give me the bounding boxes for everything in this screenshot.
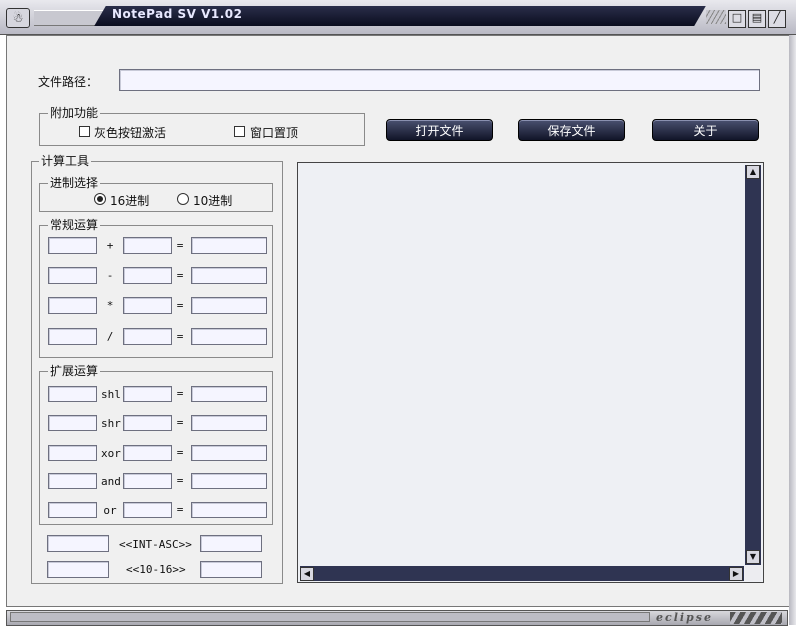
ext-xor-result[interactable]: [191, 445, 267, 461]
ext-shl-equals: =: [176, 387, 184, 400]
ext-shr-operand-a[interactable]: [48, 415, 97, 431]
ext-shr-equals: =: [176, 416, 184, 429]
radix-dec-label[interactable]: 10进制: [193, 192, 232, 209]
scroll-left-icon[interactable]: ◀: [300, 567, 314, 581]
ext-xor-operand-b[interactable]: [123, 445, 172, 461]
ext-shl-operand-a[interactable]: [48, 386, 97, 402]
ext-ops-legend: 扩展运算: [48, 364, 101, 378]
radix-hex-label[interactable]: 16进制: [110, 192, 149, 209]
basic-mul-equals: =: [176, 299, 184, 312]
brand-stripes: [730, 612, 782, 624]
int-asc-input[interactable]: [47, 535, 109, 552]
close-button[interactable]: ╱: [768, 10, 786, 28]
app-icon[interactable]: ☃: [6, 8, 30, 28]
hex-dec-output[interactable]: [200, 561, 262, 578]
basic-div-operator: /: [106, 330, 114, 343]
ext-shl-operand-b[interactable]: [123, 386, 172, 402]
ext-or-operator: or: [103, 504, 117, 517]
scroll-up-icon[interactable]: ▲: [746, 165, 760, 179]
file-path-label: 文件路径：: [38, 75, 99, 89]
basic-mul-result[interactable]: [191, 297, 267, 314]
topmost-label[interactable]: 窗口置顶: [250, 124, 298, 141]
ext-or-operand-b[interactable]: [123, 502, 172, 518]
vertical-scrollbar[interactable]: [745, 165, 761, 565]
int-asc-output[interactable]: [200, 535, 262, 552]
radix-legend: 进制选择: [48, 176, 101, 190]
basic-sub-operand-a[interactable]: [48, 267, 97, 284]
radix-hex-radio[interactable]: [94, 193, 106, 205]
window-edge: [789, 35, 796, 625]
open-file-button[interactable]: 打开文件: [386, 119, 493, 141]
basic-add-operand-b[interactable]: [123, 237, 172, 254]
scroll-down-icon[interactable]: ▼: [746, 550, 760, 564]
about-button[interactable]: 关于: [652, 119, 759, 141]
ext-xor-equals: =: [176, 446, 184, 459]
basic-mul-operator: *: [106, 299, 114, 312]
basic-add-operand-a[interactable]: [48, 237, 97, 254]
status-panel: [10, 612, 650, 622]
scroll-right-icon[interactable]: ▶: [729, 567, 743, 581]
minimize-button[interactable]: □: [728, 10, 746, 28]
int-asc-label: <<INT-ASC>>: [119, 538, 192, 551]
basic-mul-operand-b[interactable]: [123, 297, 172, 314]
basic-ops-legend: 常规运算: [48, 218, 101, 232]
ext-shl-operator: shl: [101, 388, 121, 401]
ext-xor-operator: xor: [101, 447, 121, 460]
calc-tools-legend: 计算工具: [39, 154, 92, 168]
extra-functions-legend: 附加功能: [48, 106, 101, 120]
window-title: NotePad SV V1.02: [112, 7, 243, 21]
scrollbar-corner: [745, 566, 761, 581]
ext-or-operand-a[interactable]: [48, 502, 97, 518]
editor-textarea[interactable]: [297, 162, 764, 583]
basic-sub-equals: =: [176, 269, 184, 282]
horizontal-scrollbar[interactable]: [300, 566, 744, 581]
radix-dec-radio[interactable]: [177, 193, 189, 205]
hex-dec-input[interactable]: [47, 561, 109, 578]
basic-add-equals: =: [176, 239, 184, 252]
ext-and-operand-b[interactable]: [123, 473, 172, 489]
ext-shl-result[interactable]: [191, 386, 267, 402]
ext-shr-operand-b[interactable]: [123, 415, 172, 431]
ext-shr-result[interactable]: [191, 415, 267, 431]
gray-activate-label[interactable]: 灰色按钮激活: [94, 124, 166, 141]
save-file-button[interactable]: 保存文件: [518, 119, 625, 141]
basic-div-result[interactable]: [191, 328, 267, 345]
topmost-checkbox[interactable]: [234, 126, 245, 137]
ext-and-equals: =: [176, 474, 184, 487]
title-decoration-right: [706, 10, 726, 24]
hex-dec-label: <<10-16>>: [126, 563, 186, 576]
basic-sub-operator: -: [106, 269, 114, 282]
basic-sub-result[interactable]: [191, 267, 267, 284]
basic-sub-operand-b[interactable]: [123, 267, 172, 284]
basic-div-equals: =: [176, 330, 184, 343]
maximize-button[interactable]: ▤: [748, 10, 766, 28]
basic-add-operator: +: [106, 239, 114, 252]
basic-mul-operand-a[interactable]: [48, 297, 97, 314]
ext-and-operand-a[interactable]: [48, 473, 97, 489]
basic-add-result[interactable]: [191, 237, 267, 254]
file-path-input[interactable]: [119, 69, 760, 91]
brand-logo: eclipse: [656, 611, 713, 624]
basic-div-operand-a[interactable]: [48, 328, 97, 345]
gray-activate-checkbox[interactable]: [79, 126, 90, 137]
ext-xor-operand-a[interactable]: [48, 445, 97, 461]
basic-div-operand-b[interactable]: [123, 328, 172, 345]
ext-and-result[interactable]: [191, 473, 267, 489]
ext-or-result[interactable]: [191, 502, 267, 518]
ext-or-equals: =: [176, 503, 184, 516]
ext-shr-operator: shr: [101, 417, 121, 430]
ext-and-operator: and: [101, 475, 121, 488]
